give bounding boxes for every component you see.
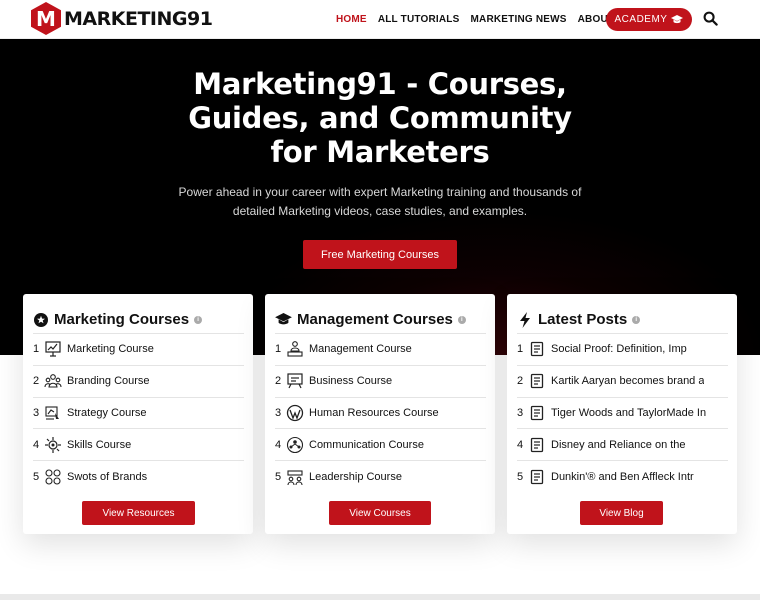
document-icon (528, 404, 546, 422)
free-marketing-courses-button[interactable]: Free Marketing Courses (303, 240, 457, 269)
logo-mark: M (31, 2, 61, 35)
marketing-courses-card: Marketing Courses i 1 Marketing Course 2… (23, 294, 253, 534)
logo-text: MARKETING91 (64, 7, 213, 30)
list-item[interactable]: 4 Disney and Reliance on the (517, 428, 728, 460)
post-title: Tiger Woods and TaylorMade In (551, 406, 707, 419)
info-icon[interactable]: i (194, 315, 203, 324)
graduation-cap-icon (671, 14, 684, 23)
item-number: 4 (275, 438, 282, 451)
item-number: 1 (275, 343, 282, 356)
academy-button[interactable]: ACADEMY (606, 8, 692, 31)
list-item[interactable]: 3 Tiger Woods and TaylorMade In (517, 396, 728, 429)
item-label: Management Course (309, 343, 412, 356)
document-icon (528, 372, 546, 390)
item-label: Communication Course (309, 438, 424, 451)
card-title-text: Management Courses (297, 311, 453, 328)
view-courses-button[interactable]: View Courses (329, 501, 431, 525)
card-title: Management Courses i (274, 311, 466, 328)
card-title-text: Latest Posts (538, 311, 628, 328)
item-label: Marketing Course (67, 343, 154, 356)
bolt-icon (517, 311, 533, 328)
skills-icon (44, 436, 62, 454)
strategy-icon (44, 404, 62, 422)
post-list: 1 Social Proof: Definition, Imp 2 Kartik… (517, 333, 728, 492)
leadership-icon (286, 468, 304, 486)
business-board-icon (286, 372, 304, 390)
list-item[interactable]: 2 Branding Course (33, 364, 244, 397)
manager-icon (286, 340, 304, 358)
list-item[interactable]: 4 Communication Course (275, 428, 486, 460)
site-header: M MARKETING91 HOME ALL TUTORIALS MARKETI… (0, 0, 760, 39)
document-icon (528, 468, 546, 486)
item-label: Branding Course (67, 375, 150, 388)
item-number: 3 (33, 406, 40, 419)
list-item[interactable]: 2 Business Course (275, 364, 486, 397)
view-resources-button[interactable]: View Resources (82, 501, 195, 525)
nav-marketing-news[interactable]: MARKETING NEWS (471, 14, 567, 25)
item-number: 2 (517, 375, 524, 388)
footer-divider (0, 594, 760, 600)
item-number: 5 (275, 470, 282, 483)
document-icon (528, 340, 546, 358)
management-courses-card: Management Courses i 1 Management Course… (265, 294, 495, 534)
latest-posts-card: Latest Posts i 1 Social Proof: Definitio… (507, 294, 737, 534)
info-icon[interactable]: i (457, 315, 466, 324)
card-title: Marketing Courses i (33, 311, 203, 328)
item-number: 4 (33, 438, 40, 451)
post-title: Social Proof: Definition, Imp (551, 343, 687, 356)
wordpress-icon (286, 404, 304, 422)
item-number: 3 (517, 406, 524, 419)
nav-all-tutorials[interactable]: ALL TUTORIALS (378, 14, 460, 25)
card-title: Latest Posts i (517, 311, 641, 328)
list-item[interactable]: 4 Skills Course (33, 428, 244, 460)
list-item[interactable]: 3 Strategy Course (33, 396, 244, 429)
item-number: 3 (275, 406, 282, 419)
presentation-icon (44, 340, 62, 358)
document-icon (528, 436, 546, 454)
item-label: Strategy Course (67, 406, 147, 419)
course-list: 1 Management Course 2 Business Course 3 … (275, 333, 486, 492)
list-item[interactable]: 1 Social Proof: Definition, Imp (517, 333, 728, 365)
list-item[interactable]: 1 Management Course (275, 333, 486, 365)
item-label: Leadership Course (309, 470, 402, 483)
list-item[interactable]: 1 Marketing Course (33, 333, 244, 365)
item-number: 5 (33, 470, 40, 483)
item-label: Business Course (309, 375, 393, 388)
card-title-text: Marketing Courses (54, 311, 190, 328)
search-icon[interactable] (703, 11, 718, 26)
item-number: 4 (517, 438, 524, 451)
list-item[interactable]: 2 Kartik Aaryan becomes brand a (517, 364, 728, 397)
team-icon (44, 372, 62, 390)
list-item[interactable]: 3 Human Resources Course (275, 396, 486, 429)
star-circle-icon (33, 312, 49, 328)
hero-subtitle: Power ahead in your career with expert M… (178, 185, 582, 218)
item-label: Skills Course (67, 438, 132, 451)
item-label: Human Resources Course (309, 406, 439, 419)
item-number: 1 (33, 343, 40, 356)
item-label: Swots of Brands (67, 470, 148, 483)
graduation-cap-icon (274, 312, 292, 328)
list-item[interactable]: 5 Dunkin'® and Ben Affleck Intr (517, 460, 728, 492)
view-blog-button[interactable]: View Blog (580, 501, 663, 525)
nav-home[interactable]: HOME (336, 14, 367, 25)
post-title: Dunkin'® and Ben Affleck Intr (551, 470, 694, 483)
site-logo[interactable]: M MARKETING91 (31, 2, 213, 35)
list-item[interactable]: 5 Swots of Brands (33, 460, 244, 492)
communication-icon (286, 436, 304, 454)
swot-icon (44, 468, 62, 486)
main-nav: HOME ALL TUTORIALS MARKETING NEWS ABOUT … (336, 0, 642, 39)
item-number: 2 (33, 375, 40, 388)
item-number: 2 (275, 375, 282, 388)
list-item[interactable]: 5 Leadership Course (275, 460, 486, 492)
item-number: 5 (517, 470, 524, 483)
course-list: 1 Marketing Course 2 Branding Course 3 S… (33, 333, 244, 492)
info-icon[interactable]: i (632, 315, 641, 324)
academy-label: ACADEMY (614, 14, 668, 25)
item-number: 1 (517, 343, 524, 356)
hero-title: Marketing91 - Courses, Guides, and Commu… (188, 67, 572, 169)
post-title: Kartik Aaryan becomes brand a (551, 375, 705, 388)
post-title: Disney and Reliance on the (551, 438, 686, 451)
